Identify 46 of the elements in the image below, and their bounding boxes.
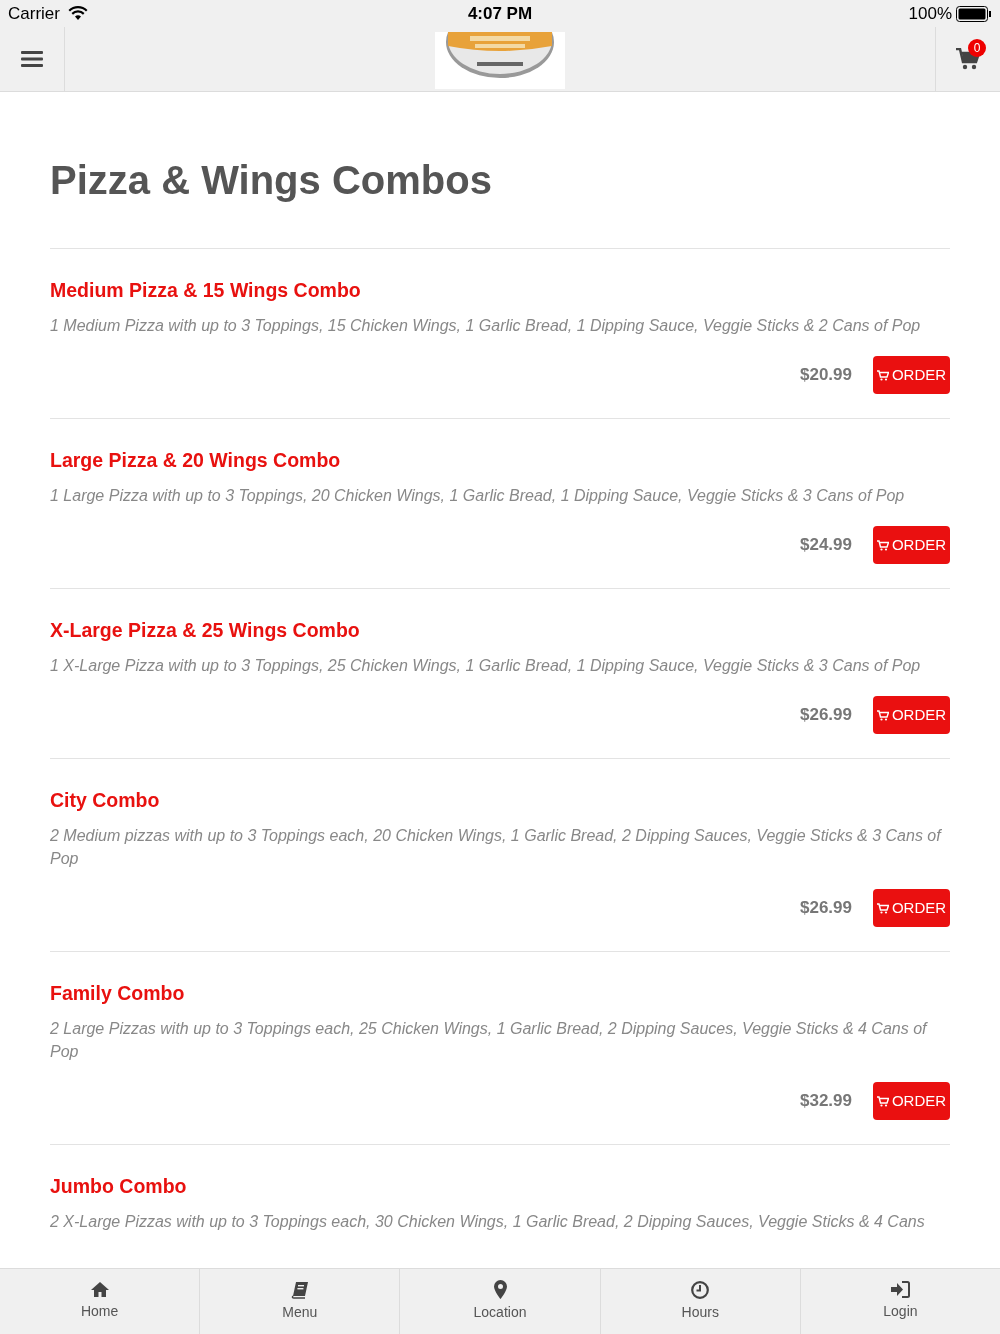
cart-icon bbox=[876, 902, 889, 914]
menu-icon bbox=[21, 50, 43, 68]
order-button[interactable]: ORDER bbox=[873, 356, 950, 394]
order-button[interactable]: ORDER bbox=[873, 526, 950, 564]
location-pin-icon bbox=[493, 1280, 507, 1299]
order-button[interactable]: ORDER bbox=[873, 889, 950, 927]
item-price: $26.99 bbox=[800, 897, 852, 920]
item-description: 1 Large Pizza with up to 3 Toppings, 20 Chicken Wings, 1 Garlic Bread, 1 Dipping Sauce, Veggie Sticks & 3 Cans of Pop bbox=[50, 486, 906, 506]
item-price: $32.99 bbox=[800, 1090, 852, 1113]
item-description: 2 Large Pizzas with up to 3 Toppings each, 25 Chicken Wings, 1 Garlic Bread, 2 Dipping Sauces, Veggie Sticks & 4 Cans of Pop bbox=[50, 1019, 929, 1062]
item-description: 1 Medium Pizza with up to 3 Toppings, 15 Chicken Wings, 1 Garlic Bread, 1 Dipping Sauce, Veggie Sticks & 2 Cans of Pop bbox=[50, 316, 922, 336]
clock-icon bbox=[691, 1280, 710, 1299]
battery-icon bbox=[956, 5, 992, 22]
cart-icon bbox=[876, 709, 889, 721]
tab-bar-item[interactable]: Login bbox=[799, 1269, 1000, 1334]
sign-in-icon bbox=[890, 1281, 910, 1298]
item-name: Family Combo bbox=[50, 981, 186, 1006]
order-button[interactable]: ORDER bbox=[873, 1082, 950, 1120]
home-icon bbox=[89, 1281, 110, 1298]
item-name: Jumbo Combo bbox=[50, 1174, 188, 1199]
cart-button[interactable]: 0 bbox=[935, 27, 1000, 91]
item-description: 2 Medium pizzas with up to 3 Toppings each, 20 Chicken Wings, 1 Garlic Bread, 2 Dipping Sauces, Veggie Sticks & 3 Cans of Pop bbox=[50, 826, 943, 869]
page-title: Pizza & Wings Combos bbox=[50, 157, 493, 204]
item-description: 2 X-Large Pizzas with up to 3 Toppings each, 30 Chicken Wings, 1 Garlic Bread, 2 Dipping Sauces, Veggie Sticks & 4 Cans bbox=[50, 1212, 926, 1232]
cart-icon bbox=[876, 1095, 889, 1107]
item-description: 1 X-Large Pizza with up to 3 Toppings, 25 Chicken Wings, 1 Garlic Bread, 1 Dipping Sauce, Veggie Sticks & 3 Cans of Pop bbox=[50, 656, 922, 676]
item-name: X-Large Pizza & 25 Wings Combo bbox=[50, 618, 361, 643]
tab-bar-item[interactable]: Menu bbox=[199, 1269, 400, 1334]
battery-label: 100% bbox=[908, 2, 952, 25]
cart-count-badge: 0 bbox=[968, 39, 986, 57]
item-name: Medium Pizza & 15 Wings Combo bbox=[50, 278, 362, 303]
item-price: $26.99 bbox=[800, 704, 852, 727]
carrier-label: Carrier bbox=[8, 2, 60, 25]
tab-bar-item[interactable]: Home bbox=[0, 1269, 200, 1334]
item-name: Large Pizza & 20 Wings Combo bbox=[50, 448, 342, 473]
item-name: City Combo bbox=[50, 788, 161, 813]
tab-bar-item[interactable]: Location bbox=[399, 1269, 600, 1334]
book-icon bbox=[290, 1280, 309, 1299]
tab-bar-item[interactable]: Hours bbox=[599, 1269, 800, 1334]
item-price: $24.99 bbox=[800, 534, 852, 557]
item-price: $20.99 bbox=[800, 364, 852, 387]
status-time: 4:07 PM bbox=[467, 2, 533, 25]
wifi-icon bbox=[67, 6, 88, 21]
order-button[interactable]: ORDER bbox=[873, 696, 950, 734]
cart-icon bbox=[876, 369, 889, 381]
cart-icon bbox=[876, 539, 889, 551]
